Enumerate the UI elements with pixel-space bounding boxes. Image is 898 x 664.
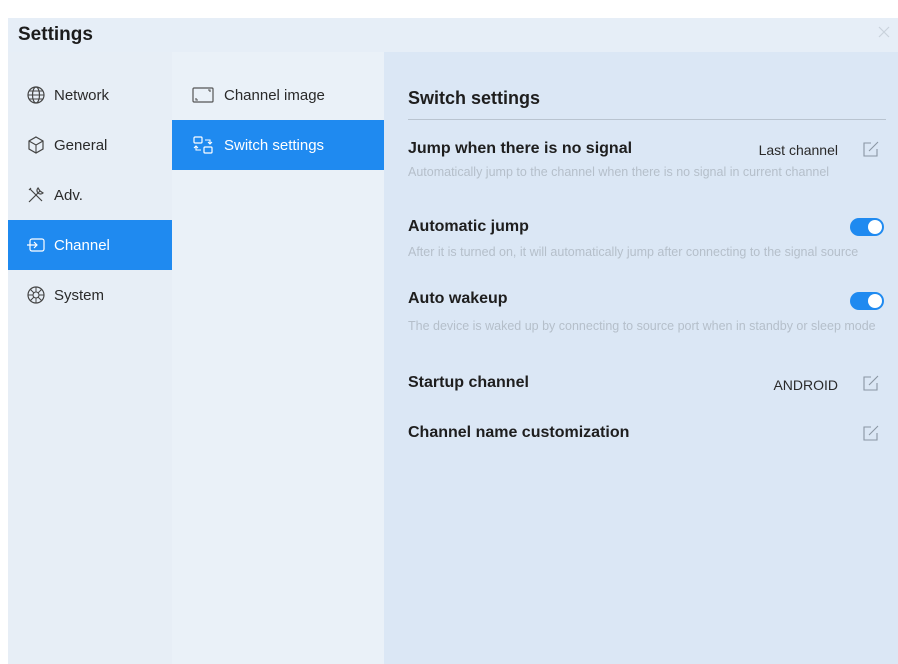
tab-switch-settings[interactable]: Switch settings bbox=[172, 120, 384, 170]
setting-jump-no-signal: Jump when there is no signal Last channe… bbox=[408, 140, 886, 204]
sidebar-item-system[interactable]: System bbox=[8, 270, 172, 320]
setting-value: ANDROID bbox=[773, 377, 838, 393]
section-title: Switch settings bbox=[408, 88, 541, 108]
channel-input-icon bbox=[26, 235, 46, 255]
switch-icon bbox=[192, 135, 214, 155]
sidebar-item-label: Channel bbox=[54, 236, 110, 254]
setting-description: The device is waked up by connecting to … bbox=[408, 319, 876, 333]
settings-content: Switch settings Jump when there is no si… bbox=[384, 52, 898, 664]
sidebar-item-label: System bbox=[54, 286, 105, 304]
setting-auto-wakeup: Auto wakeup The device is waked up by co… bbox=[408, 290, 886, 354]
toggle-knob bbox=[868, 220, 882, 234]
sidebar-item-label: General bbox=[54, 136, 108, 154]
setting-channel-name-customization: Channel name customization bbox=[408, 424, 886, 454]
cube-icon bbox=[26, 135, 46, 155]
setting-automatic-jump: Automatic jump After it is turned on, it… bbox=[408, 218, 886, 282]
edit-button[interactable] bbox=[862, 374, 880, 392]
settings-window: Settings Network General Adv. Channel Sy… bbox=[8, 18, 898, 664]
sidebar-nav: Network General Adv. Channel System bbox=[8, 52, 172, 664]
tab-channel-image[interactable]: Channel image bbox=[172, 70, 384, 120]
setting-description: Automatically jump to the channel when t… bbox=[408, 165, 830, 179]
setting-title: Jump when there is no signal bbox=[408, 140, 633, 157]
sidebar-item-label: Adv. bbox=[54, 186, 83, 204]
setting-description: After it is turned on, it will automatic… bbox=[408, 245, 859, 259]
sidebar-item-channel[interactable]: Channel bbox=[8, 220, 172, 270]
sidebar-item-general[interactable]: General bbox=[8, 120, 172, 170]
edit-icon bbox=[863, 141, 879, 157]
tools-icon bbox=[26, 185, 46, 205]
setting-title: Auto wakeup bbox=[408, 290, 508, 307]
setting-title: Automatic jump bbox=[408, 218, 529, 235]
title-bar: Settings bbox=[8, 18, 898, 52]
setting-startup-channel: Startup channel ANDROID bbox=[408, 374, 886, 404]
window-title: Settings bbox=[18, 24, 93, 45]
edit-icon bbox=[863, 375, 879, 391]
section-divider bbox=[408, 119, 886, 120]
sidebar-item-label: Network bbox=[54, 86, 110, 104]
edit-button[interactable] bbox=[862, 140, 880, 158]
setting-title: Startup channel bbox=[408, 374, 529, 391]
automatic-jump-toggle[interactable] bbox=[850, 218, 884, 236]
setting-title: Channel name customization bbox=[408, 424, 630, 441]
sidebar-item-adv[interactable]: Adv. bbox=[8, 170, 172, 220]
sub-item-label: Switch settings bbox=[224, 136, 325, 154]
setting-value: Last channel bbox=[758, 142, 838, 158]
auto-wakeup-toggle[interactable] bbox=[850, 292, 884, 310]
toggle-knob bbox=[868, 294, 882, 308]
globe-icon bbox=[26, 85, 46, 105]
close-icon bbox=[878, 26, 890, 38]
close-button[interactable] bbox=[876, 24, 892, 40]
sidebar-item-network[interactable]: Network bbox=[8, 70, 172, 120]
edit-icon bbox=[863, 425, 879, 441]
sub-item-label: Channel image bbox=[224, 86, 325, 104]
channel-image-icon bbox=[192, 85, 214, 105]
edit-button[interactable] bbox=[862, 424, 880, 442]
sub-nav: Channel image Switch settings bbox=[172, 52, 384, 664]
system-gear-icon bbox=[26, 285, 46, 305]
